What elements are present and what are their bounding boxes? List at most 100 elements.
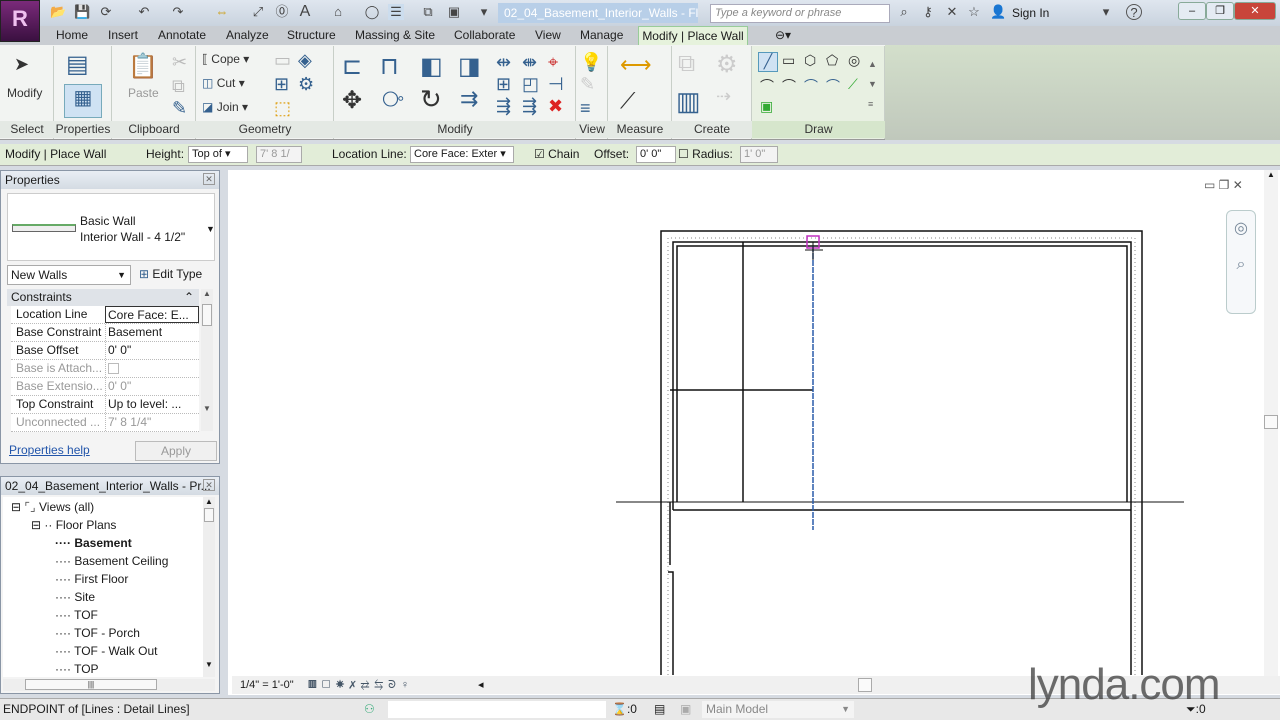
trim-extend-icon[interactable]: ⇉ — [460, 86, 478, 112]
measure-icon[interactable]: ⇔ — [214, 4, 230, 20]
panel-label-measure[interactable]: Measure — [608, 121, 672, 138]
panel-label-clipboard[interactable]: Clipboard — [112, 121, 196, 138]
paste-icon[interactable]: 📋 — [128, 52, 158, 81]
tree-item-basement-ceiling[interactable]: ···· Basement Ceiling — [55, 554, 168, 568]
design-options-icon[interactable]: ▤ — [654, 699, 665, 719]
start-end-arc-icon[interactable]: ⌒ — [760, 76, 774, 96]
tree-item-tof-walk-out[interactable]: ···· TOF - Walk Out — [55, 644, 157, 658]
tab-manage[interactable]: Manage — [580, 28, 623, 42]
rectangle-tool-icon[interactable]: ▭ — [782, 52, 795, 69]
group-constraints[interactable]: Constraints ⌃ — [7, 289, 199, 306]
design-option-select[interactable]: Main Model ▼ — [702, 701, 854, 718]
tree-item-first-floor[interactable]: ···· First Floor — [55, 572, 128, 586]
binoculars-icon[interactable]: ⌕ — [896, 4, 912, 20]
rotate-icon[interactable]: ↻ — [420, 84, 442, 115]
type-properties-icon[interactable]: ▤ — [66, 50, 89, 79]
property-value[interactable]: 0' 0" — [105, 342, 199, 359]
edit-type-button[interactable]: ⊞ Edit Type — [139, 267, 202, 281]
steering-wheel-icon[interactable]: ◎ — [1227, 211, 1255, 247]
canvas-vertical-scrollbar[interactable]: ▲ — [1264, 170, 1278, 685]
tab-modify-place-wall[interactable]: Modify | Place Wall — [638, 26, 748, 46]
tab-analyze[interactable]: Analyze — [226, 28, 269, 42]
sign-in-dropdown-icon[interactable]: ▾ — [1098, 4, 1114, 20]
property-row[interactable]: Base Offset 0' 0" — [11, 342, 199, 360]
key-icon[interactable]: ⚷ — [920, 4, 936, 20]
edit-profile-icon[interactable]: ⬚ — [274, 98, 291, 119]
thin-lines-icon[interactable]: ☰ — [388, 4, 404, 20]
tree-item-tof-porch[interactable]: ···· TOF - Porch — [55, 626, 140, 640]
join-button[interactable]: ◪ Join ▾ — [202, 100, 248, 114]
favorites-icon[interactable]: ☆ — [966, 4, 982, 20]
trim-multiple-icon[interactable]: ⇶ — [522, 96, 537, 117]
property-value[interactable]: Basement — [105, 324, 199, 341]
circle-tool-icon[interactable]: ◎ — [848, 52, 860, 69]
properties-help-link[interactable]: Properties help — [9, 443, 90, 457]
linework-icon[interactable]: ≡ — [580, 98, 591, 119]
redo-icon[interactable]: ↷ — [170, 4, 186, 20]
tab-insert[interactable]: Insert — [108, 28, 138, 42]
trim-single-icon[interactable]: ⇶ — [496, 96, 511, 117]
tab-structure[interactable]: Structure — [287, 28, 336, 42]
drawing-canvas[interactable]: ▭ ❐ ✕ ◎ ⌕ ▲ — [228, 170, 1280, 695]
tree-item-site[interactable]: ···· Site — [55, 590, 95, 604]
create-assembly-icon[interactable]: ⧉ — [678, 50, 695, 78]
view-window-controls[interactable]: ▭ ❐ ✕ — [1204, 178, 1243, 192]
navigation-bar[interactable]: ◎ ⌕ — [1226, 210, 1256, 314]
sync-icon[interactable]: ⟳ — [98, 4, 114, 20]
panel-label-draw[interactable]: Draw — [752, 121, 885, 138]
panel-label-select[interactable]: Select — [0, 121, 54, 138]
draw-gallery-scroll[interactable]: ▲ ▼ ≡ — [868, 54, 877, 114]
close-hidden-icon[interactable]: ⧉ — [420, 4, 436, 20]
align-icon[interactable]: ⊏ — [342, 52, 362, 81]
pin-icon[interactable]: ⊣ — [548, 74, 564, 95]
tree-item-tof[interactable]: ···· TOF — [55, 608, 98, 622]
paste-button[interactable]: Paste — [128, 86, 159, 100]
worksets-icon[interactable]: ⚇ — [364, 699, 375, 719]
height-dimension-input[interactable]: 7' 8 1/ — [256, 146, 302, 163]
radius-input[interactable]: 1' 0" — [740, 146, 778, 163]
paint-icon[interactable]: ◈ — [298, 50, 312, 71]
editing-requests[interactable]: ⌛:0 — [612, 699, 637, 719]
inscribed-polygon-icon[interactable]: ⬡ — [804, 52, 816, 69]
tree-node-floor-plans[interactable]: ⊟ ·· Floor Plans — [31, 518, 116, 532]
offset-input[interactable]: 0' 0" — [636, 146, 676, 163]
tab-annotate[interactable]: Annotate — [158, 28, 206, 42]
create-similar-icon[interactable]: ⇢ — [716, 86, 731, 107]
pick-lines-icon[interactable]: ⟋ — [848, 76, 858, 93]
cope-button[interactable]: ⟦ Cope ▾ — [202, 52, 249, 66]
browser-vertical-scrollbar[interactable]: ▲ ▼ — [203, 497, 215, 677]
mirror-pick-axis-icon[interactable]: ◧ — [420, 52, 443, 81]
property-row[interactable]: Location Line Core Face: E... — [11, 306, 199, 324]
scale-button[interactable]: 1/4" = 1'-0" — [240, 676, 294, 694]
text-icon[interactable]: A — [297, 4, 313, 20]
array-icon[interactable]: ⊞ — [496, 74, 511, 95]
pick-faces-icon[interactable]: ▣ — [760, 98, 773, 115]
modify-button[interactable]: Modify — [7, 86, 42, 100]
wall-joins-icon[interactable]: ⊞ — [274, 74, 289, 95]
ribbon-minimize-icon[interactable]: ⊖▾ — [775, 28, 791, 42]
open-icon[interactable]: 📂 — [50, 4, 66, 20]
center-ends-arc-icon[interactable]: ⌒ — [782, 76, 796, 96]
location-line-select[interactable]: Core Face: Exter ▾ — [410, 146, 514, 163]
radius-checkbox[interactable]: ☐ Radius: — [678, 144, 733, 165]
tree-node-views[interactable]: ⊟ ⌜⌟ Views (all) — [11, 500, 94, 514]
customize-qat-icon[interactable]: ▾ — [476, 4, 492, 20]
tab-view[interactable]: View — [535, 28, 561, 42]
view-control-icons[interactable]: ▦▢☀✗⇄⇆ᘐ♀ — [308, 676, 414, 694]
aligned-dimension-icon[interactable]: ⤢ — [250, 4, 266, 20]
panel-label-modify[interactable]: Modify — [334, 121, 576, 138]
exclude-options-icon[interactable]: ▣ — [680, 699, 691, 719]
tangent-arc-icon[interactable]: ⌒ — [804, 76, 818, 96]
copy-element-icon[interactable]: ⧂ — [382, 86, 404, 112]
scroll-left-icon[interactable]: ◂ — [478, 676, 484, 694]
property-value[interactable]: Core Face: E... — [105, 306, 199, 323]
height-select[interactable]: Top of ▾ — [188, 146, 248, 163]
property-row[interactable]: Base Constraint Basement — [11, 324, 199, 342]
tab-home[interactable]: Home — [56, 28, 88, 42]
minimize-button[interactable]: – — [1178, 2, 1206, 20]
search-input[interactable]: Type a keyword or phrase — [710, 4, 890, 23]
move-icon[interactable]: ✥ — [342, 86, 362, 115]
unpin-icon[interactable]: ⌖ — [548, 52, 558, 73]
properties-icon[interactable]: ▦ — [64, 84, 102, 118]
measure-along-icon[interactable]: ⟋ — [620, 88, 635, 114]
